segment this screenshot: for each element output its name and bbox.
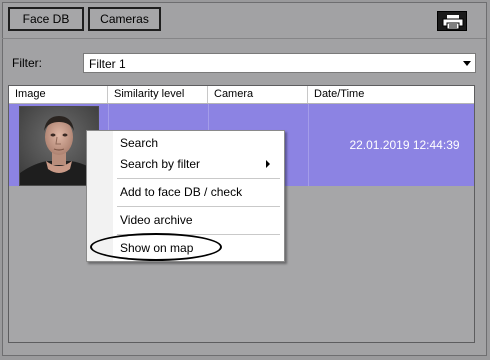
column-header-image[interactable]: Image [9,86,108,103]
menu-separator [117,178,280,179]
filter-dropdown[interactable]: Filter 1 [83,53,476,73]
context-menu: Search Search by filter Add to face DB /… [86,130,285,262]
menu-item-add-to-face-db[interactable]: Add to face DB / check [120,185,280,199]
filter-label: Filter: [12,56,42,70]
table-header: Image Similarity level Camera Date/Time [9,86,474,104]
face-db-button[interactable]: Face DB [8,7,84,31]
print-button[interactable] [437,11,467,31]
filter-selected-value: Filter 1 [89,57,126,71]
menu-item-video-archive[interactable]: Video archive [120,213,280,227]
column-header-camera[interactable]: Camera [208,86,308,103]
menu-gutter [87,131,113,261]
menu-item-search[interactable]: Search [120,136,280,150]
toolbar-separator [2,38,486,39]
menu-item-show-on-map[interactable]: Show on map [120,241,280,255]
cameras-button[interactable]: Cameras [88,7,161,31]
column-header-similarity[interactable]: Similarity level [108,86,208,103]
menu-item-search-by-filter[interactable]: Search by filter [120,157,280,171]
datetime-cell: 22.01.2019 12:44:39 [308,104,474,186]
menu-separator [117,234,280,235]
submenu-arrow-icon [266,160,270,168]
chevron-down-icon [463,61,471,66]
menu-separator [117,206,280,207]
printer-icon [442,15,464,30]
column-header-datetime[interactable]: Date/Time [308,86,474,103]
